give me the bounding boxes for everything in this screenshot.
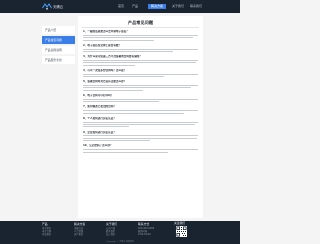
faq-answer-line (83, 59, 198, 61)
top-nav-bar: 天赐云 首页 产品 解决方案 关于我们 联系我们 (0, 0, 240, 13)
faq-question: 6、电子合同可以打印吗？ (83, 94, 114, 98)
faq-question: 8、个人如何进行实名认证？ (83, 116, 116, 120)
faq-item: 1、一般的话是要怎么去申请电子签名？ (83, 30, 198, 41)
faq-question: 9、企业如何进行实名认证？ (83, 130, 116, 134)
faq-question: 5、签署合同时对方没有注册怎么办？ (83, 80, 127, 84)
faq-answer-line (83, 151, 169, 153)
faq-answer-line (83, 98, 198, 100)
faq-question: 3、为什么说可信第三方平台签署的合同更有保障？ (83, 55, 142, 59)
faq-answer-line (83, 101, 159, 103)
footer-link[interactable]: 房产租赁 (74, 233, 85, 236)
nav-about[interactable]: 关于我们 (172, 4, 184, 9)
faq-answer-line (83, 73, 198, 75)
logo-text: 天赐云 (53, 5, 64, 9)
faq-answer-line (83, 110, 198, 112)
faq-answer-line (83, 85, 198, 87)
faq-answer-line (83, 121, 198, 123)
sidebar-item-guide[interactable]: 产品使用说明 (42, 46, 75, 54)
nav-solutions[interactable]: 解决方案 (148, 3, 167, 9)
footer-contact-line: 9:00-18:00 (138, 232, 151, 236)
sidebar-item-intro[interactable]: 产品介绍 (42, 26, 75, 34)
sidebar-item-terms[interactable]: 产品服务条款 (42, 56, 75, 64)
footer-column-products: 产品 电子签名 电子合同 存证服务 (42, 222, 51, 236)
faq-item: 6、电子合同可以打印吗？ (83, 94, 198, 103)
faq-answer-line (83, 39, 155, 41)
faq-answer-line (83, 135, 198, 137)
faq-answer-line (83, 34, 198, 36)
qr-code-icon (176, 226, 187, 237)
faq-answer-line (83, 123, 195, 125)
faq-question: 2、电子签名在法律上是否有效？ (83, 43, 122, 47)
nav-products[interactable]: 产品 (132, 4, 138, 9)
page: 天赐云 首页 产品 解决方案 关于我们 联系我们 产品介绍 产品常见问题 产品使… (0, 0, 240, 244)
faq-answer-line (83, 64, 135, 66)
logo-icon (42, 3, 52, 10)
faq-answer-line (83, 89, 143, 91)
copyright-text: Copyright © 天赐云 版权所有 (106, 241, 134, 243)
faq-item: 8、个人如何进行实名认证？ (83, 117, 198, 128)
faq-question: 4、可以一次签多份合同吗？怎么签？ (83, 68, 127, 72)
faq-item: 7、如何修改已发出的合同？ (83, 105, 198, 114)
nav-contact[interactable]: 联系我们 (190, 4, 202, 9)
footer: 产品 电子签名 电子合同 存证服务 解决方案 金融行业 人力资源 房产租赁 关于… (0, 221, 240, 244)
faq-item: 3、为什么说可信第三方平台签署的合同更有保障？ (83, 55, 198, 66)
faq-answer-line (83, 62, 196, 64)
faq-question: 10、忘记密码了怎么办？ (83, 144, 113, 148)
faq-answer-line (83, 50, 173, 52)
footer-column-about: 关于我们 公司介绍 联系我们 加入我们 (106, 222, 117, 236)
faq-item: 2、电子签名在法律上是否有效？ (83, 44, 198, 52)
faq-answer-line (83, 112, 185, 114)
sidebar: 产品介绍 产品常见问题 产品使用说明 产品服务条款 (42, 26, 75, 66)
qr-label: 关注我们 (174, 220, 186, 225)
faq-answer-line (83, 126, 129, 128)
faq-item: 5、签署合同时对方没有注册怎么办？ (83, 80, 198, 91)
footer-qr-label-wrap: 关注我们 (174, 220, 186, 226)
faq-question: 7、如何修改已发出的合同？ (83, 105, 116, 109)
footer-link[interactable]: 存证服务 (42, 233, 51, 236)
faq-answer-line (83, 76, 164, 78)
sidebar-item-faq[interactable]: 产品常见问题 (42, 36, 75, 44)
faq-answer-line (83, 48, 198, 50)
faq-answer-line (83, 137, 197, 139)
logo[interactable]: 天赐云 (42, 2, 63, 11)
faq-list: 1、一般的话是要怎么去申请电子签名？ 2、电子签名在法律上是否有效？ 3、为什么… (83, 30, 198, 156)
faq-answer-line (83, 140, 150, 142)
footer-column-contact: 联系方式 400-000-0000 服务时间 9:00-18:00 (138, 222, 154, 236)
footer-column-solutions: 解决方案 金融行业 人力资源 房产租赁 (74, 222, 85, 236)
faq-item: 10、忘记密码了怎么办？ (83, 144, 198, 153)
footer-link[interactable]: 加入我们 (106, 233, 117, 236)
faq-answer-line (83, 149, 198, 151)
nav-home[interactable]: 首页 (118, 4, 124, 9)
faq-item: 9、企业如何进行实名认证？ (83, 131, 198, 142)
faq-item: 4、可以一次签多份合同吗？怎么签？ (83, 68, 198, 78)
page-title: 产品常见问题 (127, 20, 154, 25)
faq-answer-line (83, 37, 194, 39)
faq-question: 1、一般的话是要怎么去申请电子签名？ (83, 30, 129, 33)
content-card: 产品常见问题 1、一般的话是要怎么去申请电子签名？ 2、电子签名在法律上是否有效… (78, 16, 203, 218)
faq-answer-line (83, 87, 192, 89)
